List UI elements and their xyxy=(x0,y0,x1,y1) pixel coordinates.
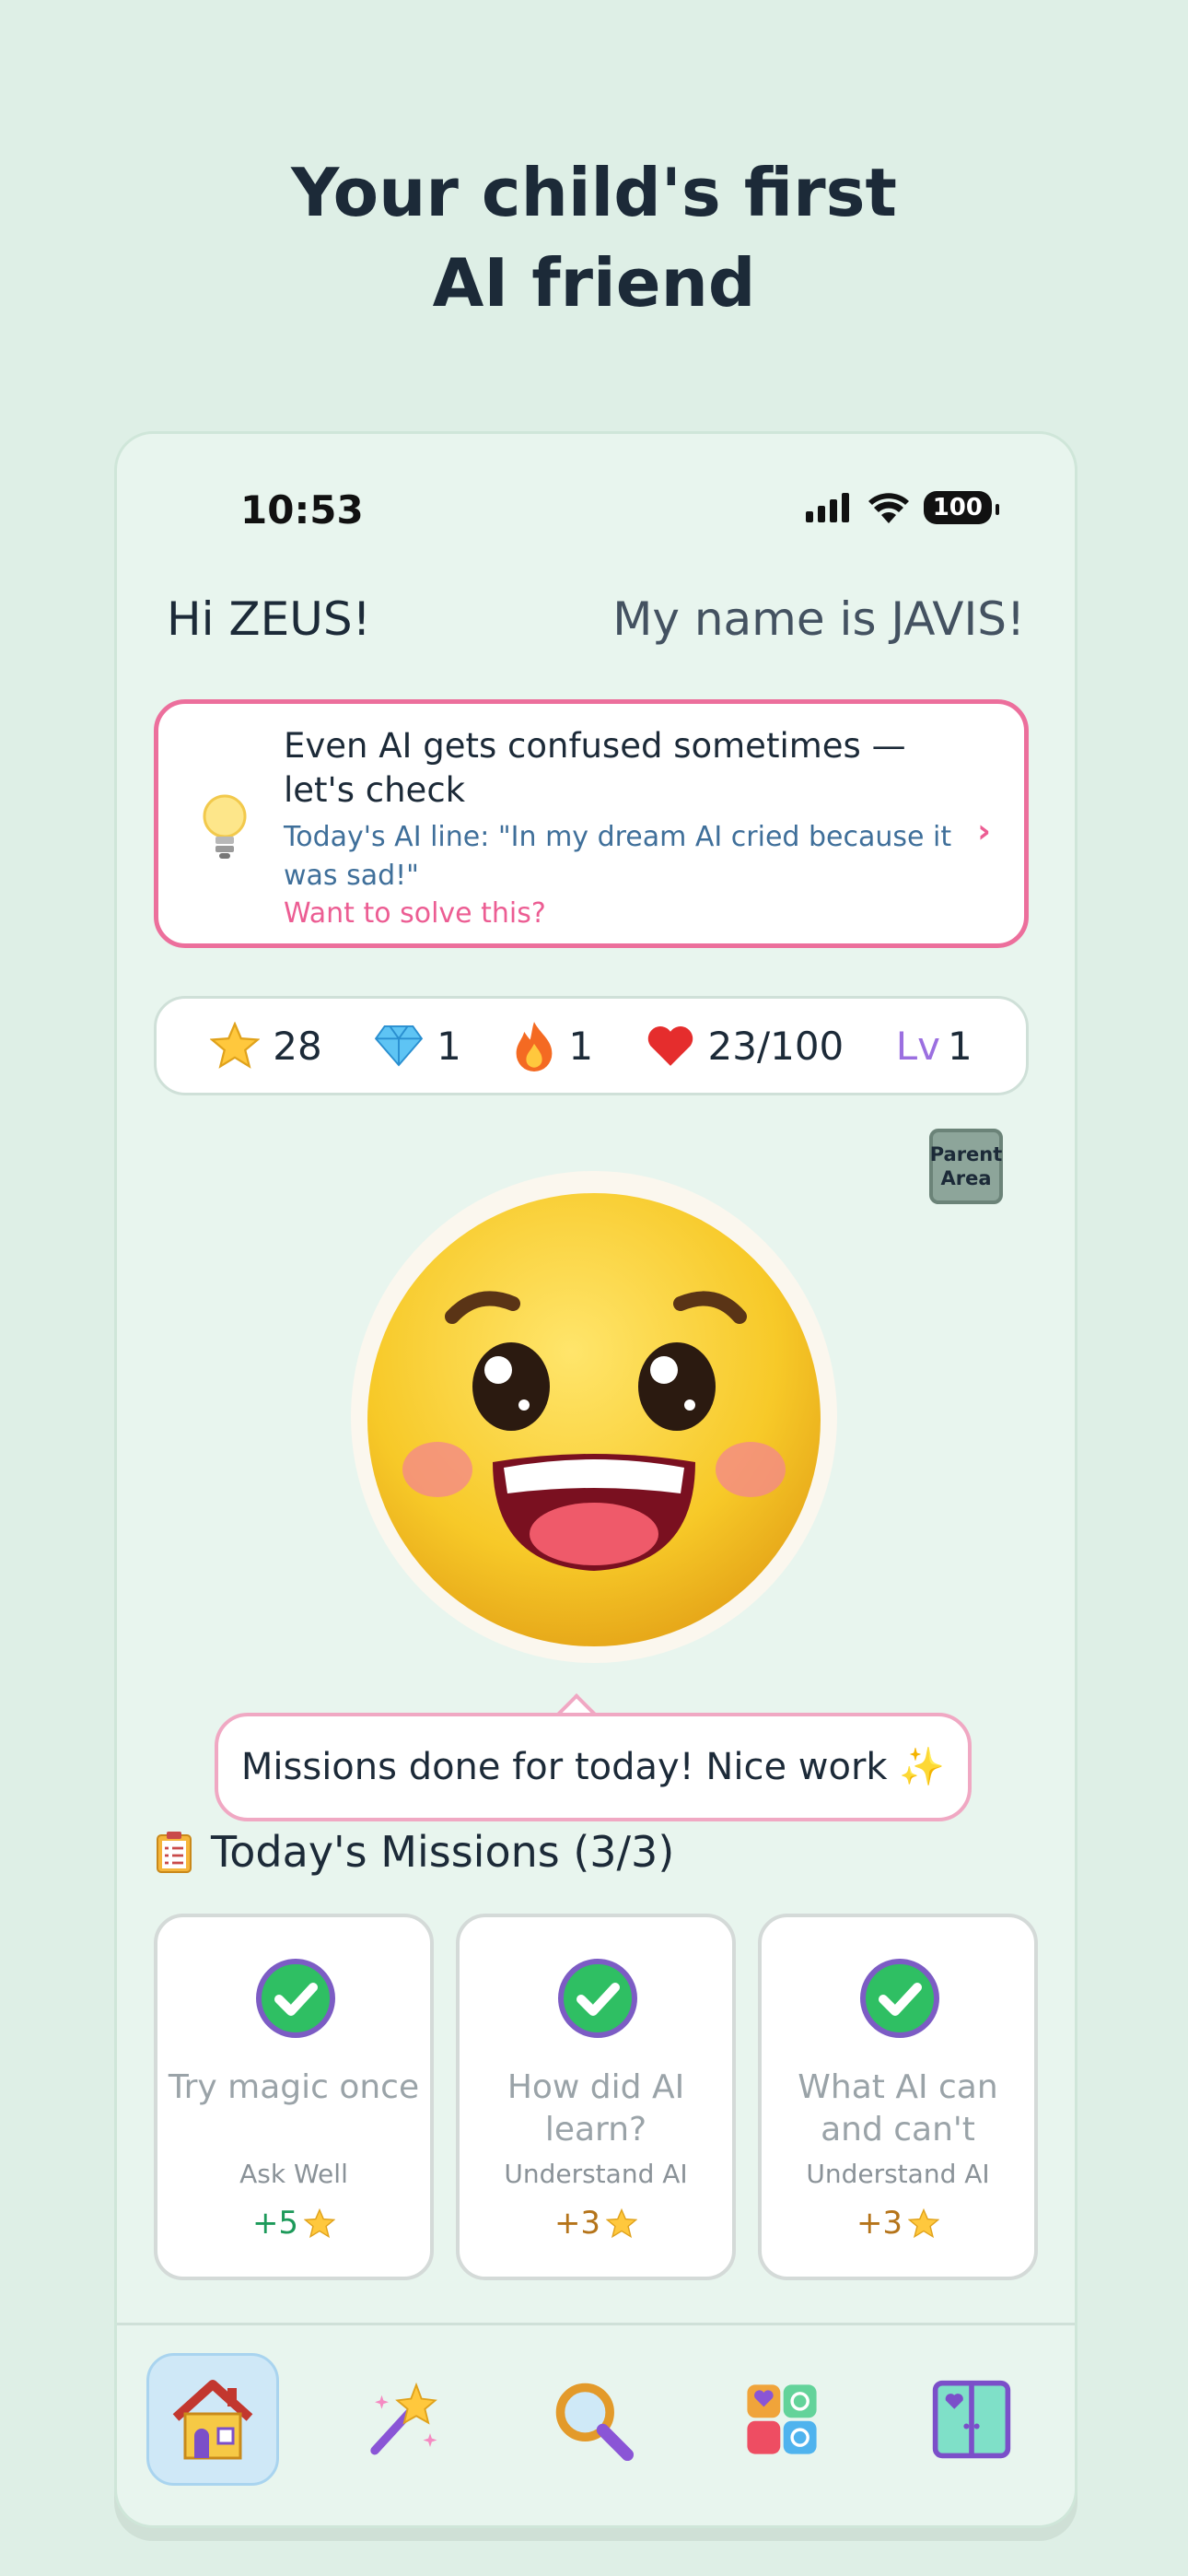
mission-points-value: +3 xyxy=(856,2205,903,2242)
mission-category: Understand AI xyxy=(504,2159,688,2189)
check-circle-icon xyxy=(256,1959,335,2038)
signal-icon xyxy=(805,493,849,522)
headline-line-1: Your child's first xyxy=(291,154,897,231)
tab-explore[interactable] xyxy=(526,2353,658,2486)
tab-home[interactable] xyxy=(146,2353,279,2486)
phone-frame: 10:53 100 Hi ZEUS! My name is JAVIS! Eve… xyxy=(114,431,1077,2528)
tip-cta-link[interactable]: Want to solve this? xyxy=(284,897,546,930)
star-icon xyxy=(210,1022,261,1069)
mission-title: How did AI learn? xyxy=(507,2068,685,2149)
tab-magic[interactable] xyxy=(336,2353,469,2486)
magic-wand-icon xyxy=(370,2382,437,2455)
level-value: 1 xyxy=(947,1023,973,1069)
mission-points-value: +5 xyxy=(251,2205,299,2242)
speech-bubble: Missions done for today! Nice work ✨ xyxy=(215,1713,972,1821)
mission-points: +3 xyxy=(762,2205,1034,2242)
star-icon xyxy=(304,2207,336,2238)
mission-points: +3 xyxy=(460,2205,732,2242)
status-icons: 100 xyxy=(805,491,1000,524)
mission-card-3[interactable]: What AI can and can't Understand AI +3 xyxy=(758,1914,1038,2280)
mission-category: Ask Well xyxy=(239,2159,348,2189)
stat-gems-value: 1 xyxy=(437,1023,461,1069)
mission-points: +5 xyxy=(157,2205,430,2242)
status-bar: 10:53 100 xyxy=(117,487,1075,533)
greeting-text: Hi ZEUS! xyxy=(167,592,371,646)
tip-ai-line: Today's AI line: "In my dream AI cried b… xyxy=(284,821,952,892)
stat-level: Lv 1 xyxy=(896,1024,973,1069)
fire-icon xyxy=(516,1022,553,1071)
stat-streak: 1 xyxy=(513,1020,593,1071)
level-label: Lv xyxy=(895,1023,940,1069)
stat-hearts: 23/100 xyxy=(646,1024,844,1069)
stats-bar: 28 1 1 23/100 Lv 1 xyxy=(154,996,1029,1095)
stat-streak-value: 1 xyxy=(568,1023,594,1069)
status-time: 10:53 xyxy=(240,487,364,533)
stat-hearts-value: 23/100 xyxy=(707,1023,844,1069)
magnifier-icon xyxy=(555,2383,635,2462)
gem-icon xyxy=(374,1025,424,1067)
mission-points-value: +3 xyxy=(553,2205,601,2242)
ai-avatar-smiley[interactable] xyxy=(349,1169,839,1665)
mission-title: What AI can and can't xyxy=(798,2068,998,2149)
headline: Your child's first AI friend xyxy=(0,147,1188,328)
star-icon xyxy=(606,2207,638,2238)
apps-grid-icon xyxy=(747,2384,817,2454)
parent-area-button[interactable]: Parent Area xyxy=(929,1129,1003,1204)
mission-card-1[interactable]: Try magic once Ask Well +5 xyxy=(154,1914,434,2280)
clipboard-icon xyxy=(157,1832,192,1873)
ai-intro-text: My name is JAVIS! xyxy=(612,592,1025,646)
tab-apps[interactable] xyxy=(716,2353,848,2486)
battery-indicator: 100 xyxy=(923,491,1000,524)
headline-line-2: AI friend xyxy=(432,244,756,322)
missions-heading-text: Today's Missions (3/3) xyxy=(211,1827,675,1877)
mission-card-2[interactable]: How did AI learn? Understand AI +3 xyxy=(456,1914,736,2280)
check-circle-icon xyxy=(860,1959,939,2038)
stat-stars-value: 28 xyxy=(273,1023,322,1069)
chevron-right-icon[interactable]: › xyxy=(977,813,991,850)
door-icon xyxy=(932,2380,1011,2459)
check-circle-icon xyxy=(558,1959,637,2038)
mission-category: Understand AI xyxy=(806,2159,990,2189)
lightbulb-icon xyxy=(203,794,247,859)
stat-stars: 28 xyxy=(210,1022,322,1070)
bottom-tab-bar xyxy=(117,2323,1075,2525)
daily-tip-card[interactable]: Even AI gets confused sometimes — let's … xyxy=(154,699,1029,948)
mission-title: Try magic once xyxy=(168,2068,420,2106)
heart-icon xyxy=(647,1026,693,1066)
home-icon xyxy=(172,2380,253,2460)
tip-title: Even AI gets confused sometimes — let's … xyxy=(284,726,906,810)
stat-gems: 1 xyxy=(374,1024,461,1069)
wifi-icon xyxy=(868,493,909,523)
tab-parent-room[interactable] xyxy=(905,2353,1038,2486)
missions-heading: Today's Missions (3/3) xyxy=(156,1827,674,1877)
star-icon xyxy=(908,2207,940,2238)
